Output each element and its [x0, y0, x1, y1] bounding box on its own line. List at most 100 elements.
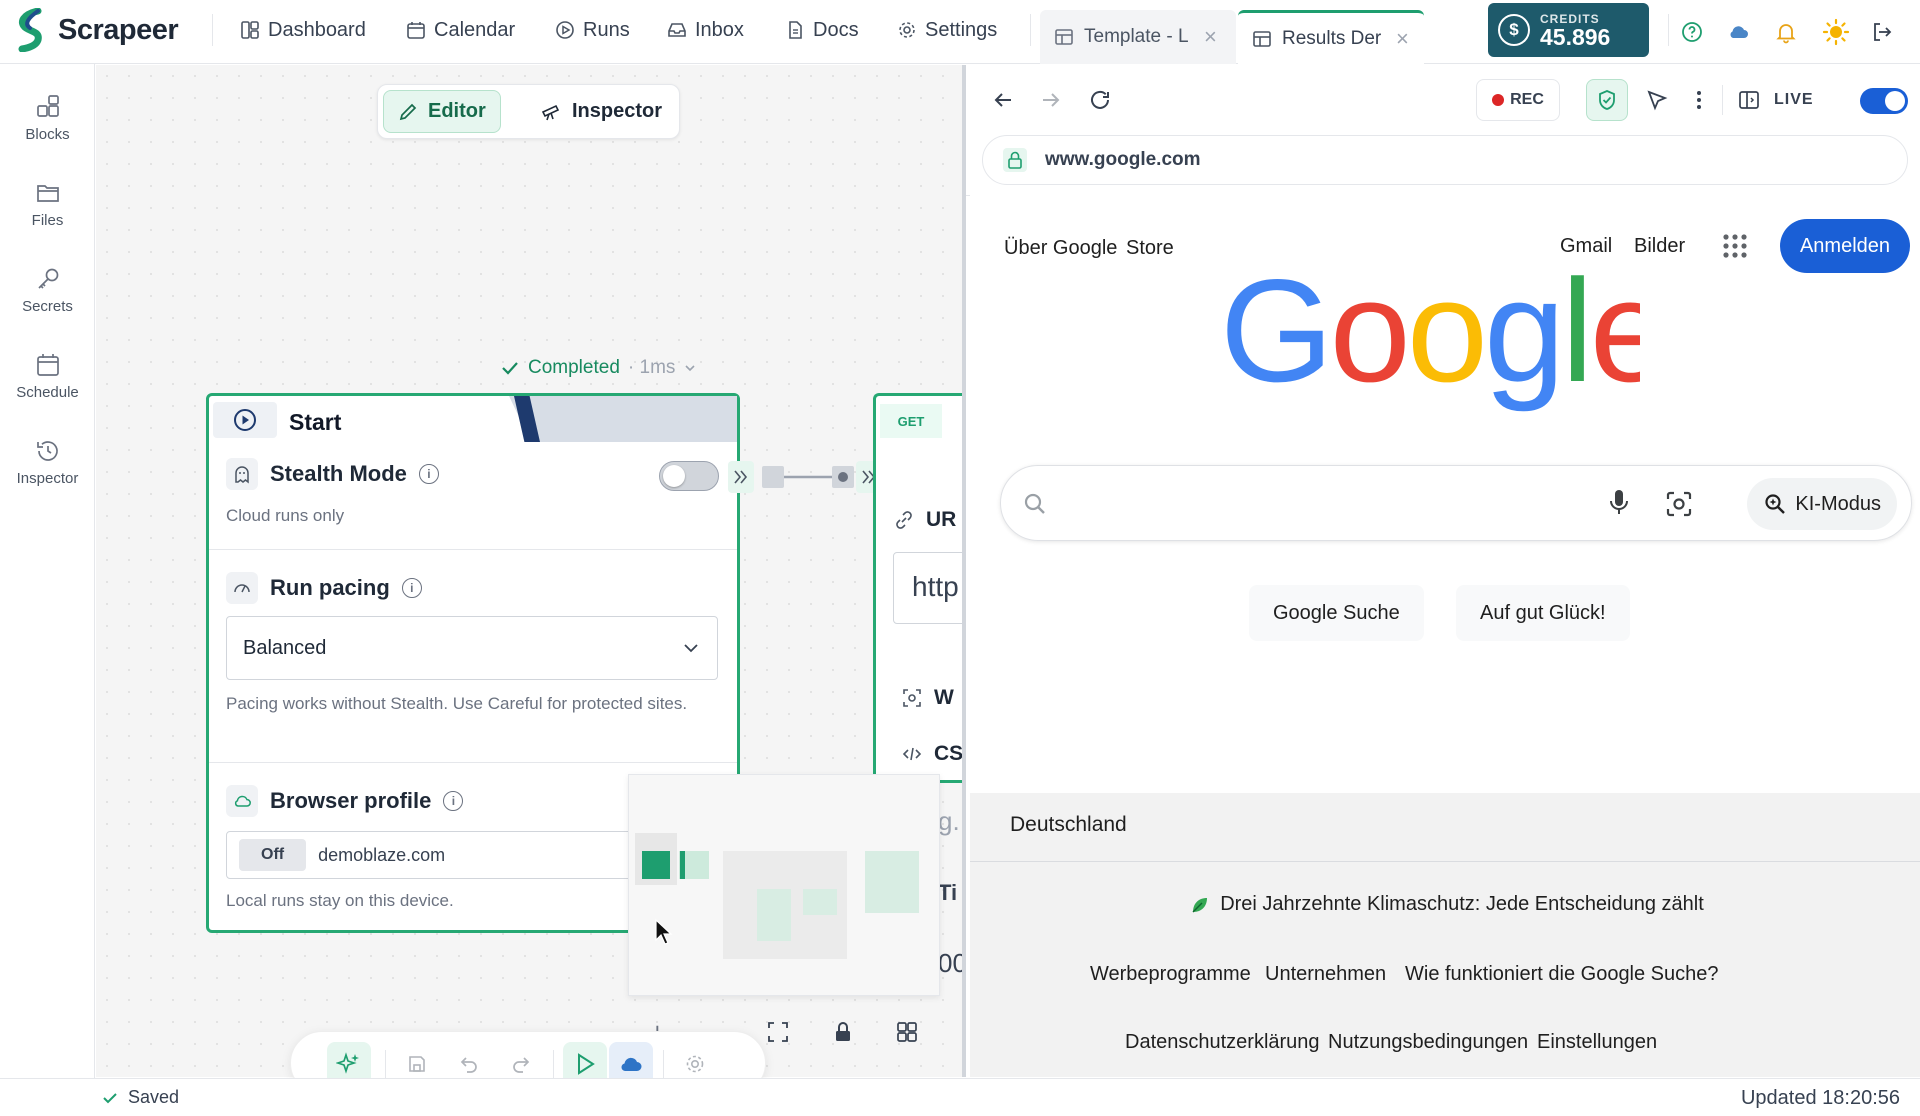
- info-icon[interactable]: i: [443, 791, 464, 811]
- sidebar-item-label: Schedule: [16, 384, 79, 401]
- info-icon[interactable]: i: [418, 464, 439, 484]
- link-images[interactable]: Bilder: [1634, 235, 1685, 258]
- footer-link-privacy[interactable]: Datenschutzerklärung: [1125, 1031, 1320, 1054]
- app-logo[interactable]: Scrapeer: [14, 6, 179, 54]
- info-icon[interactable]: i: [401, 578, 422, 598]
- footer-link-terms[interactable]: Nutzungsbedingungen: [1328, 1031, 1528, 1054]
- pacing-hint: Pacing works without Stealth. Use Carefu…: [226, 694, 688, 713]
- shield-button[interactable]: [1586, 79, 1628, 121]
- divider: [209, 549, 737, 550]
- profile-off-toggle[interactable]: Off: [239, 839, 307, 871]
- nav-docs-label: Docs: [813, 18, 859, 41]
- lock-icon: [1003, 148, 1027, 172]
- sidebar-item-label: Files: [31, 212, 64, 229]
- footer-link-advertising[interactable]: Werbeprogramme: [1090, 963, 1251, 986]
- close-tab-icon[interactable]: ×: [1204, 24, 1217, 50]
- google-logo: Google: [1220, 273, 1640, 412]
- camera-lens-icon[interactable]: [1665, 490, 1693, 518]
- ai-mode-button[interactable]: KI-Modus: [1747, 478, 1897, 530]
- nav-inbox-label: Inbox: [695, 18, 744, 41]
- nav-runs[interactable]: Runs: [555, 14, 630, 46]
- help-button[interactable]: [1674, 14, 1710, 50]
- sign-in-button[interactable]: Anmelden: [1780, 219, 1910, 273]
- microphone-icon[interactable]: [1607, 488, 1631, 518]
- layout-icon[interactable]: [896, 1021, 918, 1043]
- minimap[interactable]: [628, 774, 940, 996]
- logout-button[interactable]: [1864, 14, 1900, 50]
- browser-profile-select[interactable]: Off demoblaze.com: [226, 831, 646, 879]
- footer-link-business[interactable]: Unternehmen: [1265, 963, 1386, 986]
- link-gmail[interactable]: Gmail: [1560, 235, 1612, 258]
- gauge-icon: [226, 572, 258, 604]
- sidebar-item-secrets[interactable]: Secrets: [0, 266, 95, 315]
- credits-badge[interactable]: $ CREDITS 45.896: [1488, 3, 1649, 57]
- sparkles-icon: [336, 1052, 359, 1074]
- forward-arrow-icon[interactable]: [1040, 89, 1062, 111]
- browser-profile-title: Browser profile i: [226, 785, 464, 817]
- sidebar-item-inspector[interactable]: Inspector: [0, 438, 95, 487]
- google-search-button[interactable]: Google Suche: [1249, 585, 1424, 641]
- divider: [1668, 14, 1669, 46]
- reload-icon[interactable]: [1088, 88, 1112, 112]
- sidebar-item-blocks[interactable]: Blocks: [0, 94, 95, 143]
- footer-link-how-search-works[interactable]: Wie funktioniert die Google Suche?: [1405, 963, 1719, 986]
- sidebar-item-files[interactable]: Files: [0, 180, 95, 229]
- dashboard-icon: [241, 21, 259, 39]
- tab-results[interactable]: Results Der ×: [1238, 10, 1424, 64]
- node-header: Start: [209, 396, 737, 446]
- back-arrow-icon[interactable]: [992, 89, 1014, 111]
- node-connector[interactable]: [728, 458, 882, 496]
- sidebar-item-label: Blocks: [25, 126, 70, 143]
- redo-icon: [513, 1057, 530, 1073]
- chevron-down-icon: [685, 365, 695, 372]
- get-request-node[interactable]: GET UR http W CS: [873, 393, 962, 783]
- footer-link-settings[interactable]: Einstellungen: [1537, 1031, 1657, 1054]
- link-store[interactable]: Store: [1126, 237, 1174, 260]
- editor-mode-button[interactable]: Editor: [383, 90, 501, 133]
- run-pacing-select[interactable]: Balanced: [226, 616, 718, 680]
- lock-icon[interactable]: [833, 1021, 853, 1043]
- sidebar-item-schedule[interactable]: Schedule: [0, 352, 95, 401]
- more-vertical-icon[interactable]: [1694, 89, 1704, 111]
- tab-template[interactable]: Template - L ×: [1040, 10, 1236, 64]
- blocks-icon: [36, 95, 59, 117]
- profile-value: demoblaze.com: [318, 844, 446, 865]
- apps-grid-icon[interactable]: [1722, 233, 1748, 259]
- stealth-mode-toggle[interactable]: [659, 461, 719, 491]
- nav-docs[interactable]: Docs: [785, 14, 859, 46]
- record-button[interactable]: REC: [1476, 79, 1560, 121]
- bell-icon: [1776, 24, 1796, 44]
- fit-view-icon[interactable]: [767, 1021, 789, 1043]
- nav-settings[interactable]: Settings: [897, 14, 997, 46]
- feeling-lucky-button[interactable]: Auf gut Glück!: [1456, 585, 1630, 641]
- notifications-button[interactable]: [1768, 14, 1804, 50]
- pencil-icon: [399, 103, 417, 120]
- nav-dashboard[interactable]: Dashboard: [240, 14, 366, 46]
- close-tab-icon[interactable]: ×: [1396, 26, 1409, 52]
- nav-calendar[interactable]: Calendar: [406, 14, 515, 46]
- pointer-icon[interactable]: [1646, 89, 1668, 111]
- cloud-button[interactable]: [1720, 14, 1756, 50]
- url-input[interactable]: http: [893, 552, 962, 624]
- table-icon: [1253, 30, 1271, 47]
- nav-calendar-label: Calendar: [434, 18, 516, 41]
- panel-toggle-icon[interactable]: [1738, 89, 1760, 111]
- play-icon: [213, 402, 277, 438]
- inspector-mode-button[interactable]: Inspector: [526, 90, 676, 133]
- link-icon: [896, 511, 912, 529]
- theme-toggle[interactable]: [1818, 14, 1854, 50]
- divider: [553, 1050, 554, 1078]
- google-footer: Deutschland Drei Jahrzehnte Klimaschutz:…: [970, 793, 1920, 1077]
- climate-banner[interactable]: Drei Jahrzehnte Klimaschutz: Jede Entsch…: [970, 893, 1920, 916]
- google-search-box[interactable]: KI-Modus: [1000, 465, 1912, 541]
- nav-dashboard-label: Dashboard: [268, 18, 366, 41]
- left-sidebar: Blocks Files Secrets Schedule Inspector …: [0, 64, 95, 1116]
- nav-runs-label: Runs: [583, 18, 630, 41]
- live-toggle[interactable]: [1860, 88, 1908, 114]
- link-about-google[interactable]: Über Google: [1004, 237, 1117, 260]
- address-bar[interactable]: www.google.com: [982, 135, 1908, 185]
- run-status[interactable]: Completed · 1ms: [500, 357, 697, 379]
- telescope-icon: [541, 104, 560, 120]
- status-bar: Saved Updated 18:20:56: [0, 1078, 1920, 1116]
- nav-inbox[interactable]: Inbox: [667, 14, 744, 46]
